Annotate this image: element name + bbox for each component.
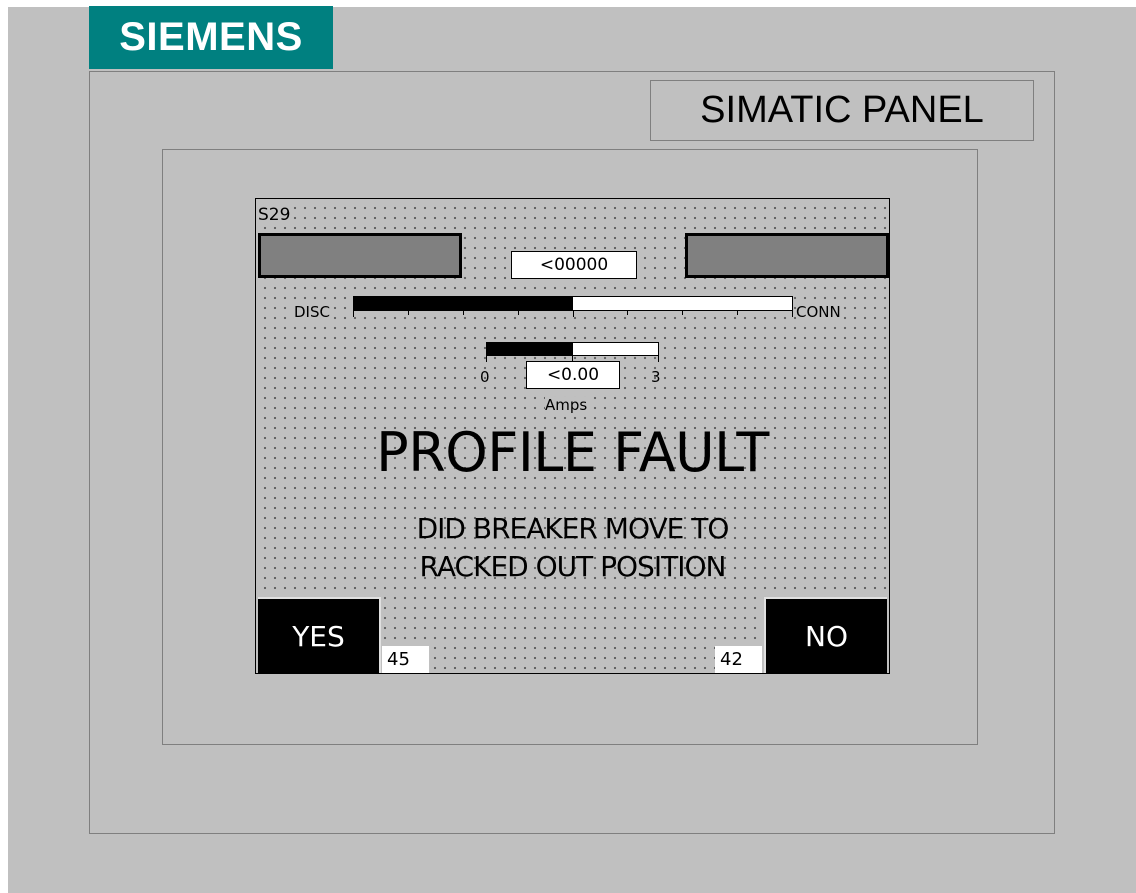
screen-id: S29 — [258, 205, 293, 225]
position-tick — [627, 311, 628, 315]
position-tick — [737, 311, 738, 315]
panel-label: SIMATIC PANEL — [650, 80, 1034, 141]
no-button[interactable]: NO — [764, 597, 887, 673]
position-tick — [518, 311, 519, 315]
yes-button-number: 45 — [382, 646, 429, 673]
current-tick — [486, 356, 487, 362]
position-tick — [682, 311, 683, 315]
siemens-logo: SIEMENS — [89, 6, 333, 69]
position-tick — [463, 311, 464, 315]
position-conn-label: CONN — [796, 303, 841, 321]
status-indicator-left — [258, 233, 462, 278]
current-value: <0.00 — [526, 361, 620, 389]
position-bar — [353, 296, 793, 311]
fault-message-line1: DID BREAKER MOVE TO — [416, 512, 730, 545]
position-tick — [353, 311, 354, 317]
current-scale-max: 3 — [651, 368, 661, 386]
fault-message-line2: RACKED OUT POSITION — [419, 550, 727, 583]
counter-display: <00000 — [511, 251, 637, 279]
position-tick — [792, 311, 793, 317]
position-bar-fill — [354, 297, 573, 310]
no-button-number: 42 — [715, 646, 762, 673]
position-tick — [408, 311, 409, 315]
current-bar — [486, 342, 659, 356]
hmi-screen: S29 <00000 DISC CONN 0 <0.00 3 Amps PROF… — [255, 198, 890, 674]
current-bar-fill — [487, 343, 573, 355]
position-disc-label: DISC — [294, 303, 330, 321]
yes-button[interactable]: YES — [258, 597, 381, 673]
current-scale-min: 0 — [480, 368, 490, 386]
fault-title: PROFILE FAULT — [376, 421, 769, 484]
status-indicator-right — [685, 233, 889, 278]
current-unit: Amps — [545, 396, 588, 414]
position-tick — [573, 311, 574, 317]
current-tick — [658, 356, 659, 362]
